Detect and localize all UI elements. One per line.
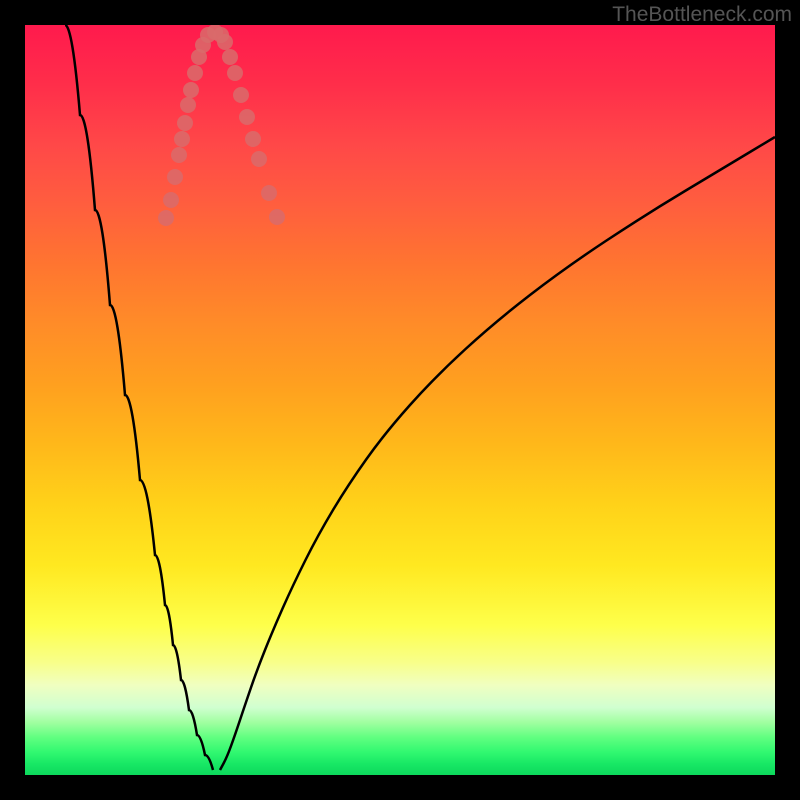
data-point (158, 210, 174, 226)
chart-frame: TheBottleneck.com (0, 0, 800, 800)
left-bottleneck-curve (65, 25, 213, 770)
data-point (251, 151, 267, 167)
data-point (177, 115, 193, 131)
data-point (222, 49, 238, 65)
data-point (167, 169, 183, 185)
data-point (183, 82, 199, 98)
data-point (174, 131, 190, 147)
data-point (261, 185, 277, 201)
watermark-text: TheBottleneck.com (612, 3, 792, 27)
data-point (227, 65, 243, 81)
data-point (239, 109, 255, 125)
data-point (233, 87, 249, 103)
data-point (163, 192, 179, 208)
data-point (180, 97, 196, 113)
data-point (171, 147, 187, 163)
right-bottleneck-curve (220, 137, 775, 770)
scatter-points-group (158, 25, 285, 226)
data-point (245, 131, 261, 147)
curves-group (65, 25, 775, 770)
chart-svg (25, 25, 775, 775)
data-point (187, 65, 203, 81)
data-point (217, 34, 233, 50)
chart-plot-area (25, 25, 775, 775)
data-point (269, 209, 285, 225)
